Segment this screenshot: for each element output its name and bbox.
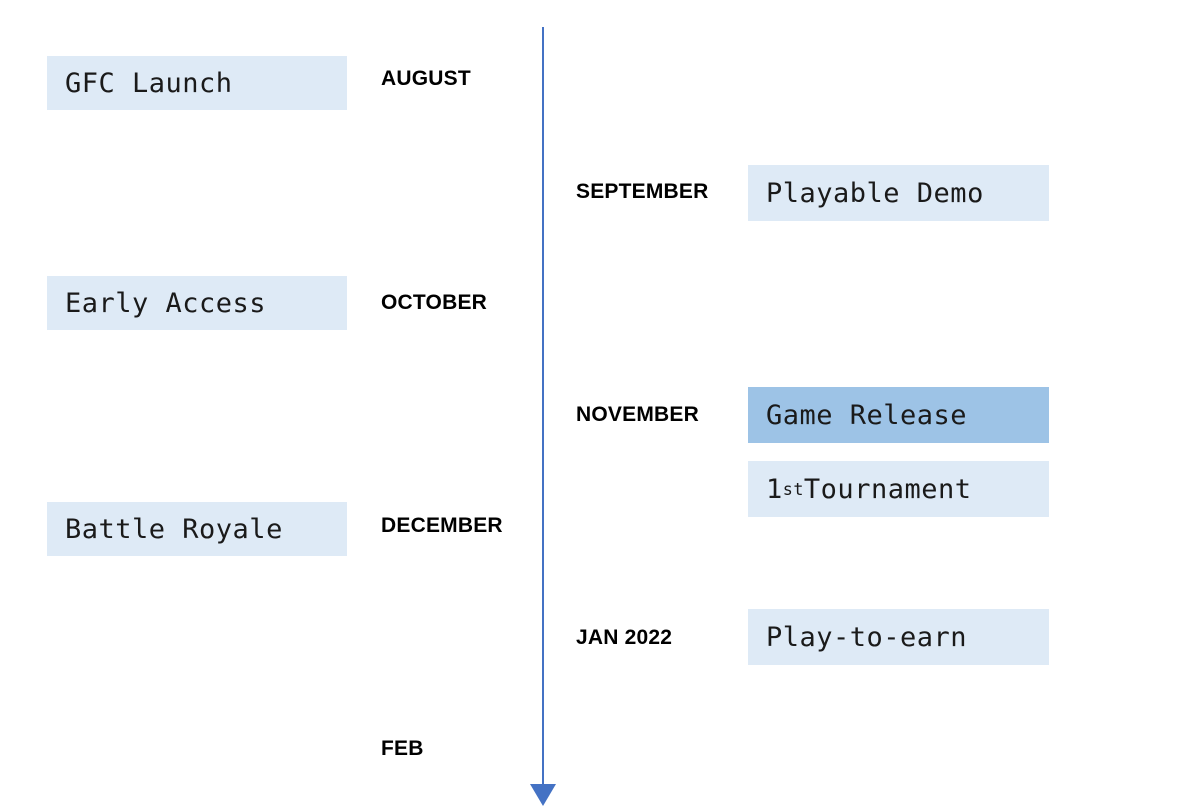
event-box-game-release[interactable]: Game Release bbox=[748, 387, 1049, 443]
month-label-september: SEPTEMBER bbox=[576, 180, 709, 203]
month-label-november: NOVEMBER bbox=[576, 403, 699, 426]
event-box-play-to-earn[interactable]: Play-to-earn bbox=[748, 609, 1049, 665]
event-label: Game Release bbox=[766, 399, 968, 431]
event-label: Early Access bbox=[65, 287, 267, 319]
month-label-feb: FEB bbox=[381, 737, 424, 760]
month-label-august: AUGUST bbox=[381, 67, 471, 90]
event-box-early-access[interactable]: Early Access bbox=[47, 276, 347, 330]
timeline-axis-line bbox=[542, 27, 544, 787]
event-box-1st-tournament[interactable]: 1st Tournament bbox=[748, 461, 1049, 517]
month-label-jan-2022: JAN 2022 bbox=[576, 626, 673, 649]
event-label-prefix: 1 bbox=[766, 473, 783, 505]
event-label-suffix: Tournament bbox=[803, 473, 972, 505]
timeline-arrow-icon bbox=[530, 784, 556, 806]
event-label: Play-to-earn bbox=[766, 621, 968, 653]
event-box-gfc-launch[interactable]: GFC Launch bbox=[47, 56, 347, 110]
month-label-october: OCTOBER bbox=[381, 291, 488, 314]
event-label: Playable Demo bbox=[766, 177, 984, 209]
timeline-diagram: AUGUST SEPTEMBER OCTOBER NOVEMBER DECEMBER JA… bbox=[0, 0, 1197, 812]
month-label-december: DECEMBER bbox=[381, 514, 503, 537]
event-label: Battle Royale bbox=[65, 513, 283, 545]
event-label: GFC Launch bbox=[65, 67, 233, 99]
event-box-battle-royale[interactable]: Battle Royale bbox=[47, 502, 347, 556]
event-box-playable-demo[interactable]: Playable Demo bbox=[748, 165, 1049, 221]
